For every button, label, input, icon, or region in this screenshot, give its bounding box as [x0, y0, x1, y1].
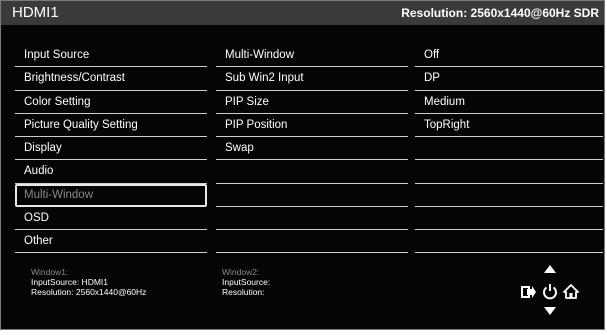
- up-arrow-icon[interactable]: [543, 264, 557, 274]
- value-item: [415, 160, 603, 184]
- menu-item-color-setting[interactable]: Color Setting: [15, 91, 207, 114]
- submenu-item-label: PIP Position: [225, 118, 288, 131]
- enter-icon[interactable]: [521, 284, 537, 300]
- submenu-item: [216, 230, 408, 254]
- menu-item-label: Audio: [24, 165, 54, 178]
- submenu: Multi-Window Sub Win2 Input PIP Size PIP…: [216, 44, 408, 254]
- osd-window: HDMI1 Resolution: 2560x1440@60Hz SDR Inp…: [0, 0, 605, 330]
- submenu-item: [216, 207, 408, 230]
- submenu-item: [216, 184, 408, 207]
- menu-item-display[interactable]: Display: [15, 137, 207, 161]
- header-bar: HDMI1 Resolution: 2560x1440@60Hz SDR: [1, 1, 604, 25]
- value-column: Off DP Medium TopRight: [415, 44, 603, 254]
- value-item: [415, 230, 603, 254]
- power-icon[interactable]: [542, 283, 558, 300]
- value-item[interactable]: TopRight: [415, 114, 603, 137]
- value-item[interactable]: DP: [415, 67, 603, 91]
- window2-input-source: InputSource:: [222, 277, 271, 287]
- window1-resolution: Resolution: 2560x1440@60Hz: [31, 287, 147, 297]
- submenu-item-label: Multi-Window: [225, 49, 295, 61]
- menu-item-label: Display: [24, 142, 62, 154]
- resolution-readout: Resolution: 2560x1440@60Hz SDR: [401, 6, 599, 20]
- submenu-item[interactable]: Sub Win2 Input: [216, 67, 408, 91]
- menu-item-other[interactable]: Other: [15, 230, 207, 254]
- value-label: TopRight: [424, 118, 470, 131]
- window1-info: Window1: InputSource: HDMI1 Resolution: …: [31, 267, 146, 297]
- home-icon[interactable]: [563, 284, 579, 299]
- submenu-item[interactable]: PIP Position: [216, 114, 408, 137]
- down-arrow-icon[interactable]: [543, 306, 557, 316]
- window2-info: Window2: InputSource: Resolution:: [222, 267, 270, 297]
- window2-resolution: Resolution:: [222, 287, 265, 297]
- window1-title: Window1:: [31, 267, 69, 277]
- menu-item-label: Multi-Window: [24, 188, 94, 201]
- menu-item-label: Input Source: [24, 49, 90, 61]
- submenu-item[interactable]: PIP Size: [216, 91, 408, 114]
- menu-item-multi-window[interactable]: Multi-Window: [15, 183, 207, 207]
- submenu-item: [216, 160, 408, 184]
- value-label: Medium: [424, 95, 465, 108]
- value-label: DP: [424, 72, 440, 85]
- menu-item-audio[interactable]: Audio: [15, 160, 207, 184]
- value-item: [415, 137, 603, 161]
- menu-item-label: Other: [24, 235, 53, 247]
- value-item[interactable]: Medium: [415, 91, 603, 114]
- menu-item-label: Brightness/Contrast: [24, 72, 125, 85]
- menu-item-label: Color Setting: [24, 95, 91, 108]
- menu-item-picture-quality[interactable]: Picture Quality Setting: [15, 114, 207, 137]
- value-label: Off: [424, 49, 440, 61]
- value-item: [415, 207, 603, 230]
- menu-item-input-source[interactable]: Input Source: [15, 44, 207, 68]
- window1-input-source: InputSource: HDMI1: [31, 277, 109, 287]
- menu-item-brightness-contrast[interactable]: Brightness/Contrast: [15, 67, 207, 91]
- menu-item-label: Picture Quality Setting: [24, 118, 138, 131]
- menu-item-label: OSD: [24, 211, 49, 224]
- value-item[interactable]: Off: [415, 44, 603, 68]
- submenu-item-label: Sub Win2 Input: [225, 72, 304, 85]
- submenu-item[interactable]: Multi-Window: [216, 44, 408, 68]
- menu-item-osd[interactable]: OSD: [15, 207, 207, 230]
- submenu-item-label: PIP Size: [225, 95, 269, 108]
- value-item: [415, 184, 603, 207]
- main-menu: Input Source Brightness/Contrast Color S…: [15, 44, 207, 254]
- input-title: HDMI1: [12, 4, 59, 21]
- submenu-item-label: Swap: [225, 142, 254, 154]
- joystick-controls: [521, 264, 581, 320]
- submenu-item[interactable]: Swap: [216, 137, 408, 161]
- window2-title: Window2:: [222, 267, 260, 277]
